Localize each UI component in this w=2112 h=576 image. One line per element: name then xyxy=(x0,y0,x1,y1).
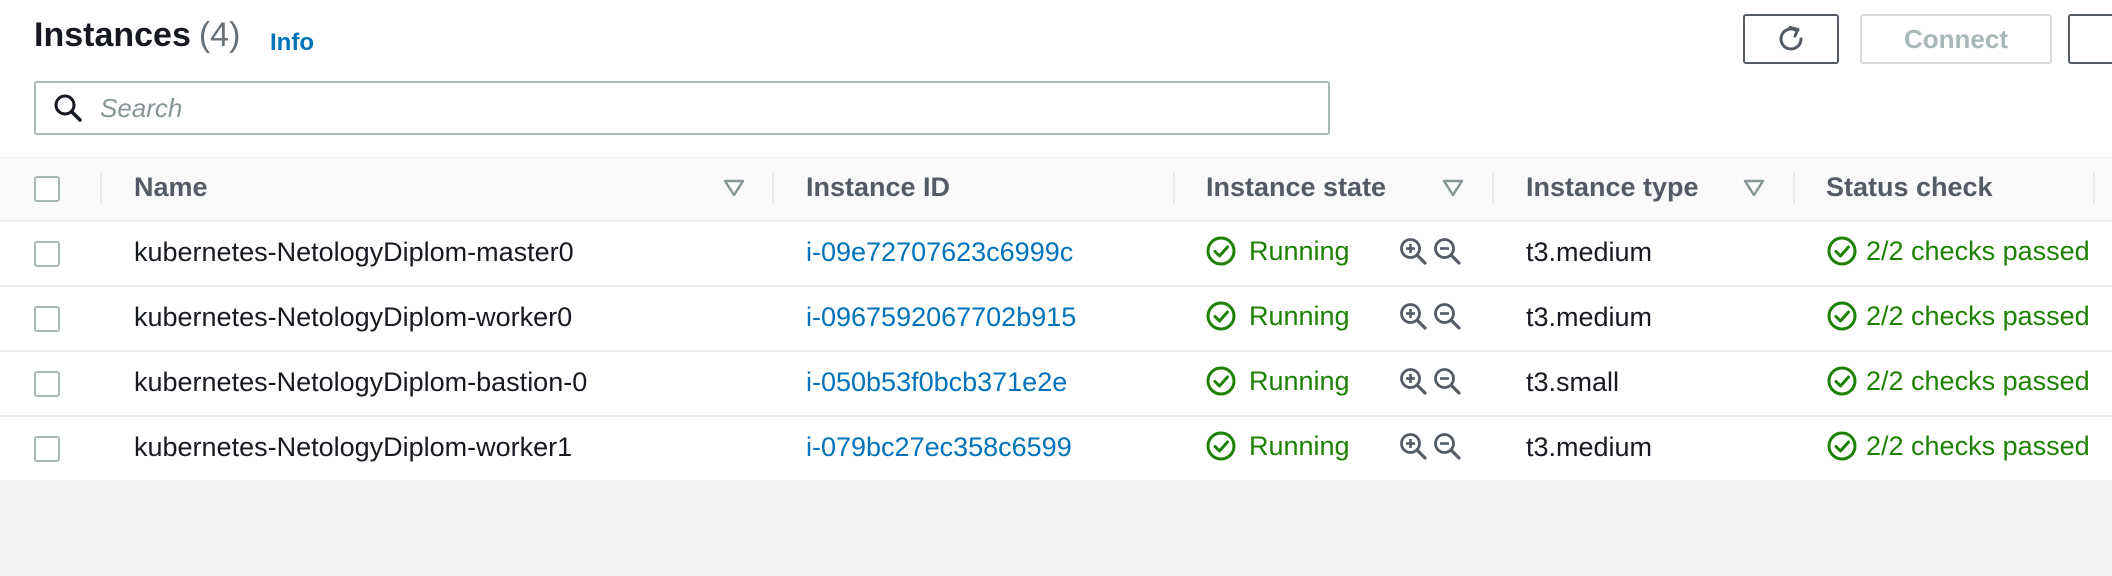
sort-caret-icon[interactable] xyxy=(1743,178,1765,198)
row-checkbox[interactable] xyxy=(34,371,60,397)
instances-table: Name Instance ID Instance state Instance… xyxy=(0,157,2112,480)
zoom-out-icon[interactable] xyxy=(1432,301,1462,331)
instance-id-link[interactable]: i-050b53f0bcb371e2e xyxy=(806,367,1067,398)
instance-id-link[interactable]: i-0967592067702b915 xyxy=(806,302,1076,333)
zoom-in-icon[interactable] xyxy=(1398,431,1428,461)
status-check: 2/2 checks passed xyxy=(1826,430,2090,462)
state-label: Running xyxy=(1249,300,1350,331)
instances-panel: Instances(4) Info Connect Name Instance … xyxy=(0,0,2112,480)
state-zoom-controls xyxy=(1398,431,1462,461)
column-header-instance-id[interactable]: Instance ID xyxy=(806,172,950,203)
state-zoom-controls xyxy=(1398,236,1462,266)
zoom-in-icon[interactable] xyxy=(1398,236,1428,266)
zoom-in-icon[interactable] xyxy=(1398,301,1428,331)
instance-id-link[interactable]: i-09e72707623c6999c xyxy=(806,237,1073,268)
instance-type: t3.medium xyxy=(1526,432,1653,462)
instance-actions-button[interactable] xyxy=(2068,14,2112,64)
instance-name: kubernetes-NetologyDiplom-bastion-0 xyxy=(134,367,588,397)
row-checkbox[interactable] xyxy=(34,306,60,332)
check-circle-icon xyxy=(1827,236,1857,266)
zoom-out-icon[interactable] xyxy=(1432,366,1462,396)
table-row[interactable]: kubernetes-NetologyDiplom-bastion-0 i-05… xyxy=(0,352,2112,417)
status-check-label: 2/2 checks passed xyxy=(1866,430,2090,461)
instance-state: Running xyxy=(1205,235,1350,267)
column-divider xyxy=(100,172,102,204)
column-divider[interactable] xyxy=(1793,172,1795,204)
status-check-label: 2/2 checks passed xyxy=(1866,235,2090,266)
title-text: Instances xyxy=(34,16,191,54)
search-input[interactable] xyxy=(98,91,1282,125)
page-title: Instances (4) xyxy=(34,16,240,55)
connect-button[interactable]: Connect xyxy=(1860,14,2052,64)
instance-type: t3.medium xyxy=(1526,237,1653,267)
check-circle-icon xyxy=(1827,366,1857,396)
instance-name: kubernetes-NetologyDiplom-worker1 xyxy=(134,432,573,462)
table-header: Name Instance ID Instance state Instance… xyxy=(0,157,2112,222)
zoom-out-icon[interactable] xyxy=(1432,236,1462,266)
instance-state: Running xyxy=(1205,365,1350,397)
check-circle-icon xyxy=(1206,366,1236,396)
status-check: 2/2 checks passed xyxy=(1826,365,2090,397)
check-circle-icon xyxy=(1827,301,1857,331)
instance-state: Running xyxy=(1205,300,1350,332)
column-divider[interactable] xyxy=(1492,172,1494,204)
column-divider[interactable] xyxy=(772,172,774,204)
row-checkbox[interactable] xyxy=(34,436,60,462)
refresh-button[interactable] xyxy=(1743,14,1839,64)
sort-caret-icon[interactable] xyxy=(723,178,745,198)
column-header-status-check[interactable]: Status check xyxy=(1826,172,1993,203)
status-check-label: 2/2 checks passed xyxy=(1866,365,2090,396)
column-divider[interactable] xyxy=(2093,172,2095,204)
row-checkbox[interactable] xyxy=(34,241,60,267)
check-circle-icon xyxy=(1827,431,1857,461)
check-circle-icon xyxy=(1206,236,1236,266)
check-circle-icon xyxy=(1206,431,1236,461)
table-row[interactable]: kubernetes-NetologyDiplom-worker1 i-079b… xyxy=(0,417,2112,480)
instance-name: kubernetes-NetologyDiplom-worker0 xyxy=(134,302,573,332)
status-check: 2/2 checks passed xyxy=(1826,235,2090,267)
refresh-icon xyxy=(1779,26,1803,51)
info-link[interactable]: Info xyxy=(270,29,314,57)
instance-count: (4) xyxy=(198,16,241,54)
table-row[interactable]: kubernetes-NetologyDiplom-worker0 i-0967… xyxy=(0,287,2112,352)
instance-type: t3.small xyxy=(1526,367,1620,397)
instance-type: t3.medium xyxy=(1526,302,1653,332)
state-zoom-controls xyxy=(1398,301,1462,331)
state-label: Running xyxy=(1249,430,1350,461)
sort-caret-icon[interactable] xyxy=(1442,178,1464,198)
state-label: Running xyxy=(1249,365,1350,396)
instance-id-link[interactable]: i-079bc27ec358c6599 xyxy=(806,432,1072,463)
state-zoom-controls xyxy=(1398,366,1462,396)
status-check: 2/2 checks passed xyxy=(1826,300,2090,332)
search-icon xyxy=(54,94,82,122)
zoom-in-icon[interactable] xyxy=(1398,366,1428,396)
instance-state: Running xyxy=(1205,430,1350,462)
select-all-checkbox[interactable] xyxy=(34,176,60,202)
column-divider[interactable] xyxy=(1173,172,1175,204)
column-header-instance-type[interactable]: Instance type xyxy=(1526,172,1699,203)
instance-name: kubernetes-NetologyDiplom-master0 xyxy=(134,237,574,267)
column-header-instance-state[interactable]: Instance state xyxy=(1206,172,1386,203)
state-label: Running xyxy=(1249,235,1350,266)
status-check-label: 2/2 checks passed xyxy=(1866,300,2090,331)
table-row[interactable]: kubernetes-NetologyDiplom-master0 i-09e7… xyxy=(0,222,2112,287)
search-field[interactable] xyxy=(34,81,1330,135)
column-header-name[interactable]: Name xyxy=(134,172,208,203)
zoom-out-icon[interactable] xyxy=(1432,431,1462,461)
check-circle-icon xyxy=(1206,301,1236,331)
